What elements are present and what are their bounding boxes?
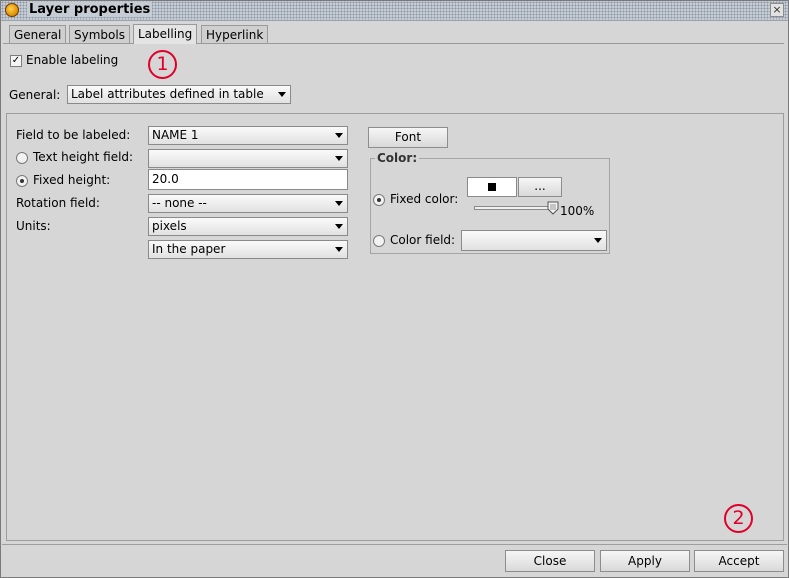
reference-system-value: In the paper [152,242,226,256]
accept-button[interactable]: Accept [694,550,784,572]
units-select[interactable]: pixels [148,217,348,236]
tab-divider [3,43,784,44]
chevron-down-icon [278,92,286,97]
chevron-down-icon [335,156,343,161]
reference-system-select[interactable]: In the paper [148,240,348,259]
choose-color-button[interactable]: ... [518,177,562,197]
chevron-down-icon [335,224,343,229]
tab-hyperlink[interactable]: Hyperlink [201,25,269,43]
general-label: General: [9,88,61,102]
enable-labeling-label: Enable labeling [26,53,119,67]
fixed-color-label: Fixed color: [390,192,459,206]
annotation-marker-2: 2 [724,504,753,533]
color-field-select[interactable] [461,230,607,251]
fixed-color-radio[interactable] [373,194,385,206]
units-label: Units: [16,219,51,233]
color-swatch[interactable] [467,177,517,197]
fixed-height-radio[interactable] [16,175,28,187]
enable-labeling-checkbox[interactable]: ✓ [10,55,22,67]
text-height-field-select[interactable] [148,149,348,168]
color-swatch-fill [488,183,496,191]
window-title: Layer properties [27,2,153,17]
chevron-down-icon [335,247,343,252]
rotation-field-select[interactable]: -- none -- [148,194,348,213]
general-select-value: Label attributes defined in table [71,87,264,101]
tab-labelling[interactable]: Labelling [133,24,198,44]
tab-symbols[interactable]: Symbols [69,25,130,43]
tab-general[interactable]: General [9,25,67,43]
transparency-slider-handle[interactable] [547,201,559,215]
general-select[interactable]: Label attributes defined in table [67,85,291,104]
color-legend: Color: [375,151,420,165]
close-window-button[interactable]: × [770,3,784,17]
fixed-height-label: Fixed height: [33,173,111,187]
color-field-radio[interactable] [373,235,385,247]
apply-button[interactable]: Apply [600,550,690,572]
field-to-label-value: NAME 1 [152,128,199,142]
chevron-down-icon [335,133,343,138]
chevron-down-icon [594,238,602,243]
text-height-field-label: Text height field: [33,150,134,164]
footer-divider [2,544,787,545]
app-icon [5,3,19,17]
text-height-field-radio[interactable] [16,152,28,164]
rotation-field-label: Rotation field: [16,196,100,210]
field-to-label-label: Field to be labeled: [16,128,131,142]
fixed-height-input[interactable]: 20.0 [148,169,348,190]
transparency-value: 100% [560,204,595,218]
close-button[interactable]: Close [505,550,595,572]
chevron-down-icon [335,201,343,206]
font-button[interactable]: Font [368,127,448,148]
title-bar[interactable]: Layer properties × [1,1,788,21]
color-field-label: Color field: [390,233,456,247]
transparency-slider-track[interactable] [474,206,556,210]
rotation-field-value: -- none -- [152,196,207,210]
layer-properties-dialog: Layer properties × General Symbols Label… [0,0,789,578]
units-value: pixels [152,219,187,233]
annotation-marker-1: 1 [148,50,177,79]
field-to-label-select[interactable]: NAME 1 [148,126,348,145]
